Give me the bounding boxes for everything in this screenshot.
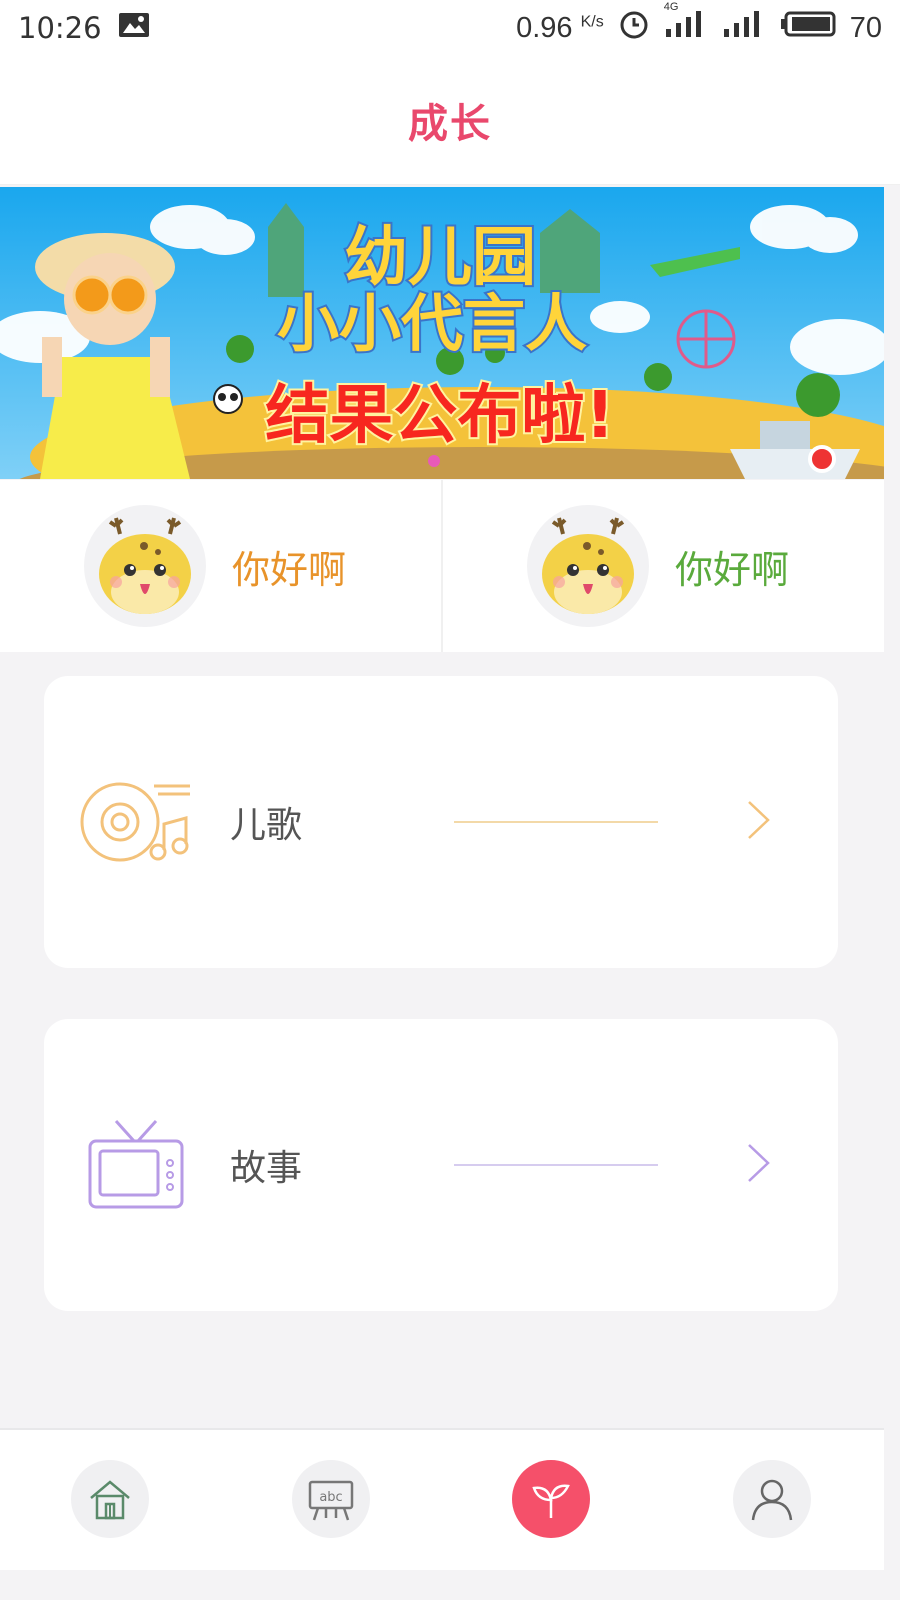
music-disc-icon [80, 772, 192, 872]
sprout-icon [532, 1484, 570, 1518]
page-title: 成长 [408, 101, 492, 147]
signal-4g-icon: 4G [664, 1, 708, 47]
person-icon [751, 1479, 793, 1521]
card-stories-label: 故事 [230, 1148, 303, 1189]
tv-icon [80, 1115, 192, 1215]
status-bar: 10:26 0.96 K/s 4G 70 [0, 0, 900, 56]
banner-line1: 幼儿园 [344, 221, 536, 295]
quick-link-2[interactable]: 你好啊 [441, 480, 884, 652]
card-nursery-rhymes-label: 儿歌 [230, 805, 303, 846]
banner-pager-dot[interactable] [428, 455, 440, 467]
network-type: 4G [663, 1, 679, 13]
promo-banner[interactable]: 幼儿园 小小代言人 结果公布啦! [0, 187, 884, 479]
tab-growth[interactable] [512, 1460, 590, 1538]
abc-board-icon: abc [308, 1480, 354, 1521]
giraffe-avatar-icon [84, 505, 206, 627]
card-nursery-rhymes[interactable]: 儿歌 [44, 676, 838, 968]
divider-line [454, 821, 658, 823]
banner-line2: 小小代言人 [277, 287, 587, 360]
page-header: 成长 [0, 56, 900, 185]
tab-home[interactable] [71, 1460, 149, 1538]
house-icon [90, 1480, 130, 1520]
network-speed: 0.96 K/s [516, 12, 604, 45]
chevron-right-icon[interactable] [746, 1142, 772, 1188]
tab-learn[interactable]: abc [292, 1460, 370, 1538]
chevron-right-icon[interactable] [746, 799, 772, 845]
battery-icon [780, 10, 836, 46]
image-notification-icon [118, 11, 150, 46]
giraffe-avatar-icon [527, 505, 649, 627]
banner-line3: 结果公布啦! [265, 379, 614, 453]
quick-link-1-label: 你好啊 [232, 547, 347, 592]
status-time: 10:26 [18, 11, 102, 45]
bottom-tab-bar: abc [0, 1428, 884, 1570]
alarm-icon [618, 8, 650, 48]
quick-link-1[interactable]: 你好啊 [0, 480, 441, 652]
card-stories[interactable]: 故事 [44, 1019, 838, 1311]
svg-text:abc: abc [319, 1490, 342, 1505]
tab-profile[interactable] [733, 1460, 811, 1538]
divider-line [454, 1164, 658, 1166]
quick-link-2-label: 你好啊 [675, 547, 790, 592]
signal-icon [722, 9, 766, 47]
battery-level: 70 [849, 11, 882, 44]
quick-links: 你好啊 你好啊 [0, 480, 884, 652]
network-speed-value: 0.96 [516, 11, 573, 44]
network-speed-unit: K/s [580, 12, 604, 30]
